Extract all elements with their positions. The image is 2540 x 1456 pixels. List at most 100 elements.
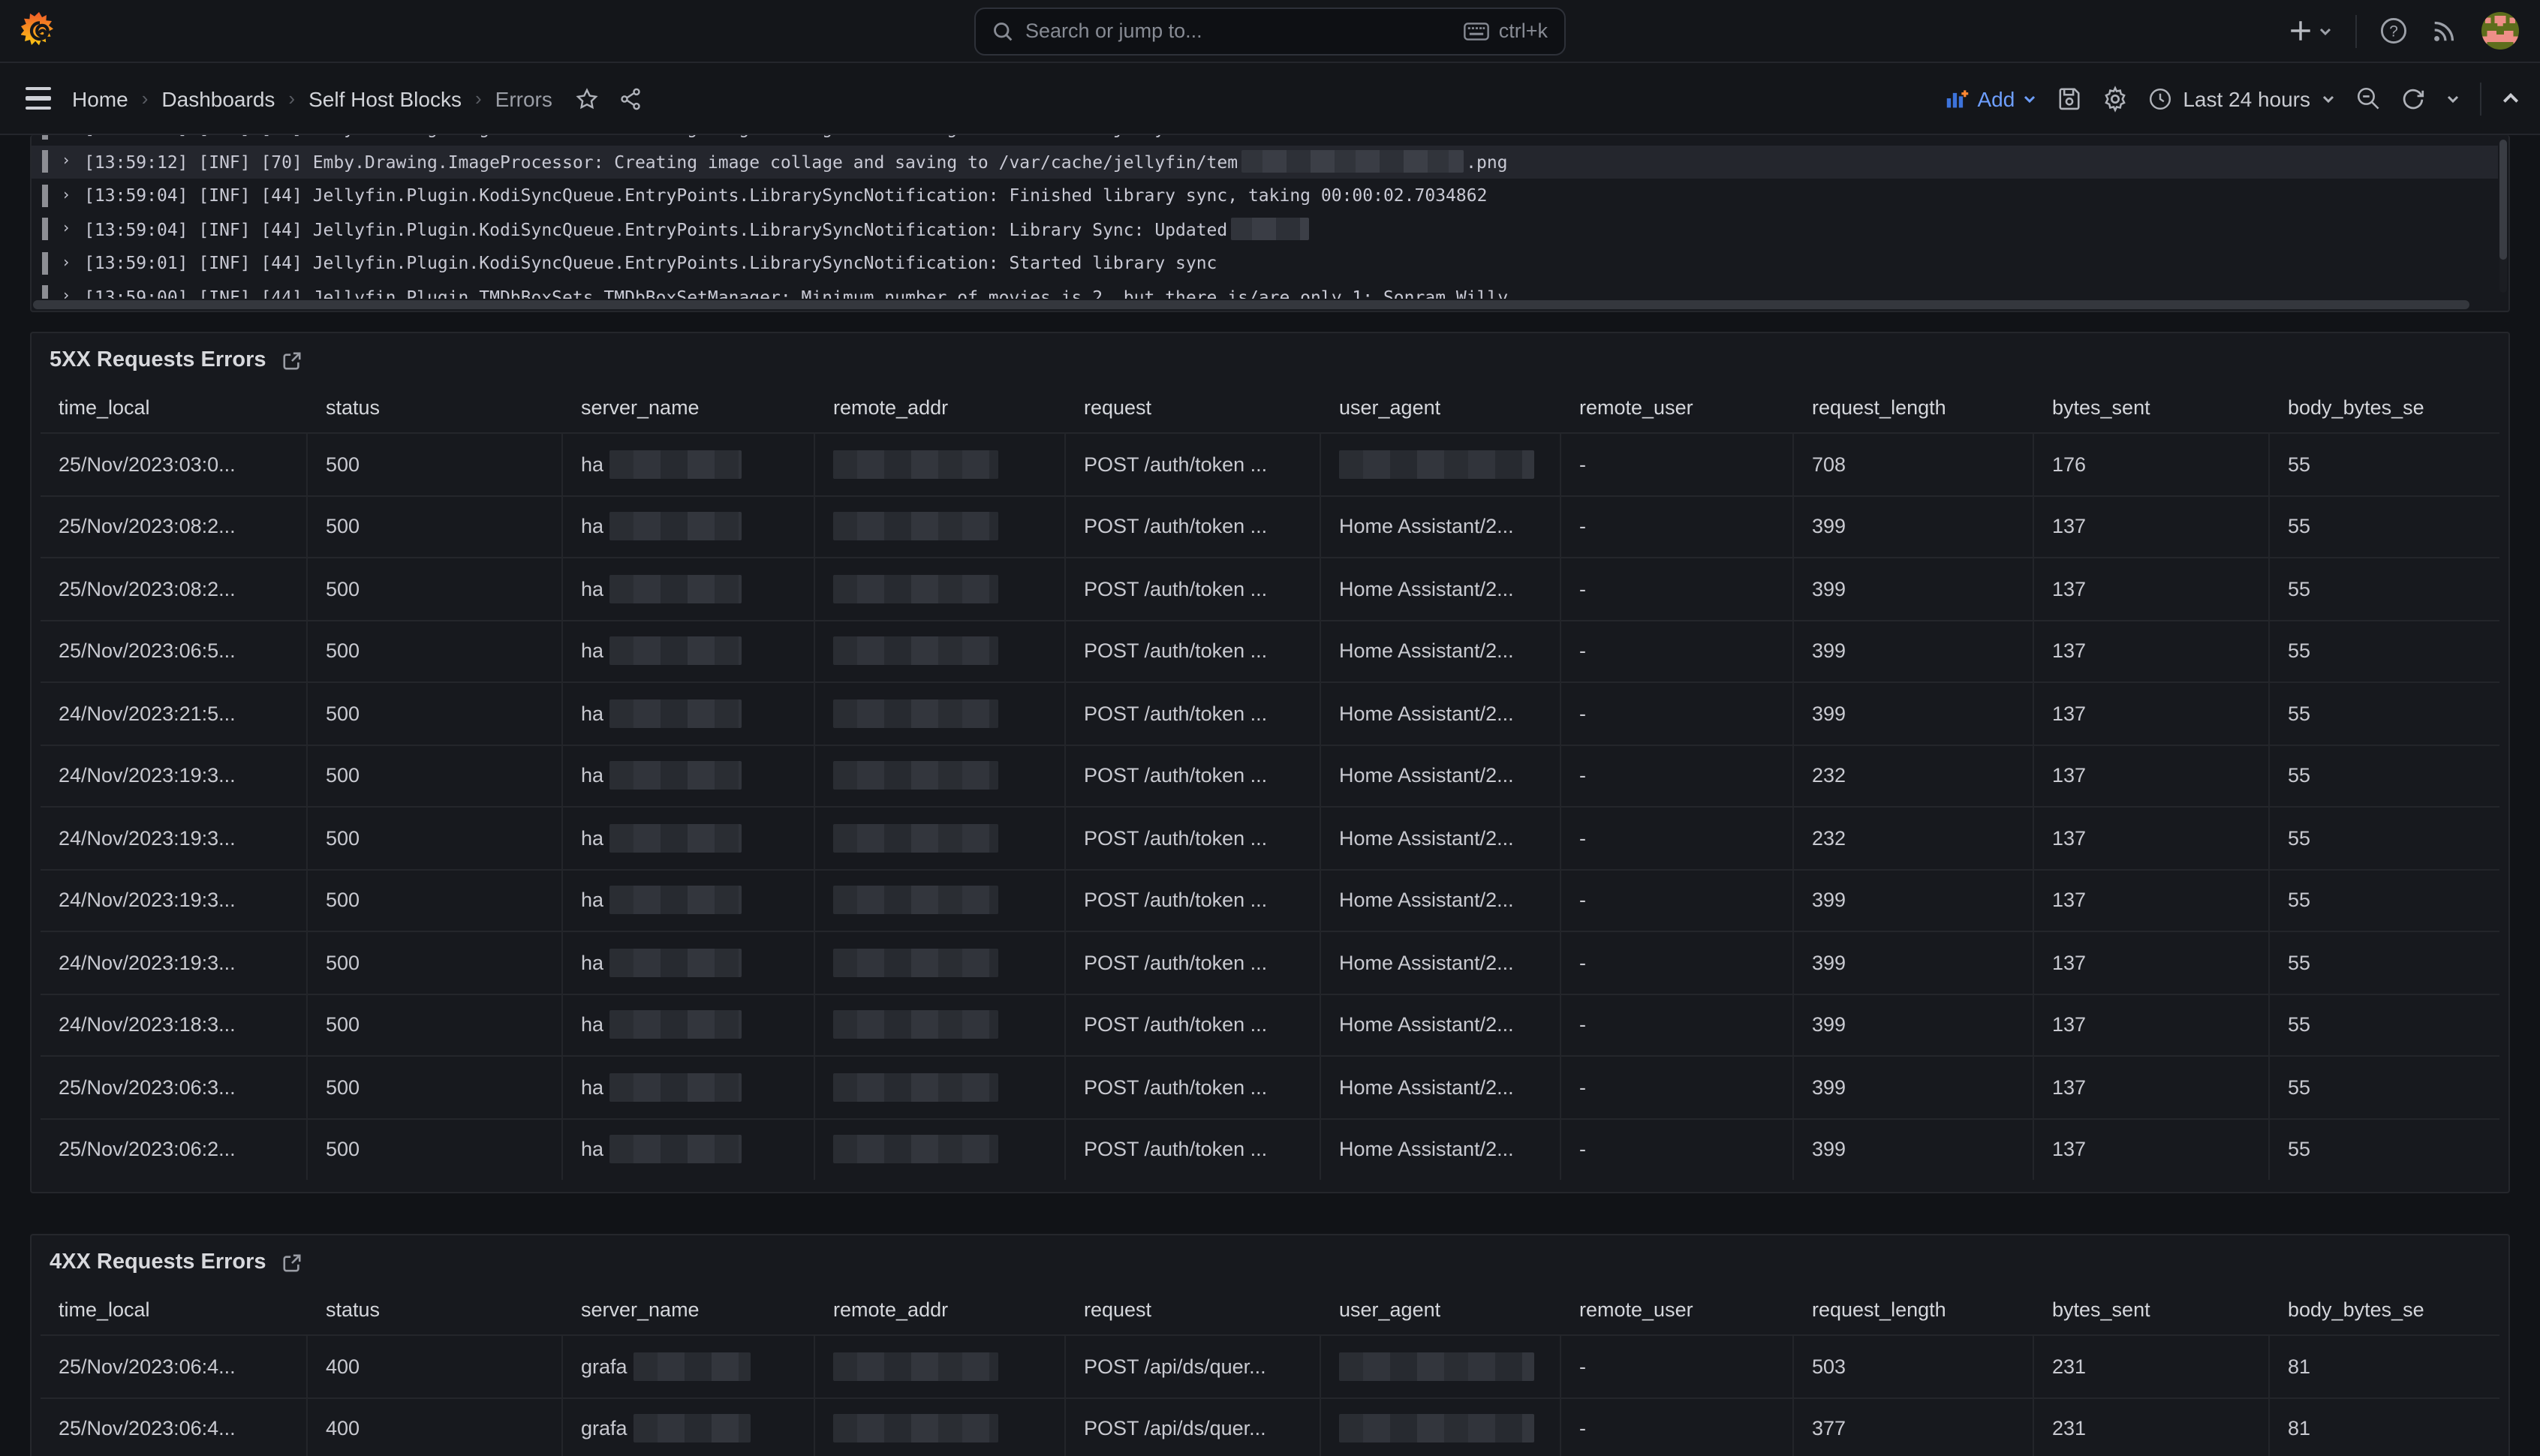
redacted-value xyxy=(833,762,998,790)
log-row[interactable]: ›[13:59:01] [INF] [44] Jellyfin.Plugin.K… xyxy=(32,246,2498,280)
column-header-bytes_sent[interactable]: bytes_sent xyxy=(2034,1283,2270,1334)
column-header-user_agent[interactable]: user_agent xyxy=(1321,381,1561,432)
search-input[interactable]: Search or jump to... ctrl+k xyxy=(974,7,1566,55)
grafana-logo-icon[interactable] xyxy=(21,11,57,50)
column-header-request_length[interactable]: request_length xyxy=(1794,1283,2034,1334)
column-header-remote_addr[interactable]: remote_addr xyxy=(815,381,1066,432)
table-cell-remote_addr xyxy=(815,931,1066,993)
table-cell-request_length: 708 xyxy=(1794,432,2034,495)
cell-value: - xyxy=(1579,1076,1586,1099)
logs-vertical-scrollbar[interactable] xyxy=(2499,140,2507,293)
cell-value: POST /auth/token ... xyxy=(1084,1076,1267,1099)
table-cell-request: POST /auth/token ... xyxy=(1066,993,1321,1055)
column-header-request[interactable]: request xyxy=(1066,1283,1321,1334)
panel-title[interactable]: 4XX Requests Errors xyxy=(50,1250,266,1274)
clock-icon xyxy=(2148,86,2172,110)
log-level-bar xyxy=(42,135,48,140)
cell-value: Home Assistant/2... xyxy=(1339,765,1514,787)
column-header-body_bytes_se[interactable]: body_bytes_se xyxy=(2270,381,2499,432)
log-row[interactable]: ›[13:59:12] [INF] [70] Emby.Drawing.Imag… xyxy=(32,145,2498,179)
cell-value: 55 xyxy=(2288,640,2310,663)
expand-log-icon[interactable]: › xyxy=(62,255,71,272)
log-message-suffix: .png xyxy=(1466,152,1507,173)
column-header-request_length[interactable]: request_length xyxy=(1794,381,2034,432)
help-button[interactable]: ? xyxy=(2379,17,2408,45)
redacted-value xyxy=(609,1136,742,1164)
table-cell-server_name: ha xyxy=(563,1118,815,1180)
column-header-remote_user[interactable]: remote_user xyxy=(1561,381,1794,432)
cell-value: 137 xyxy=(2052,889,2086,912)
table-cell-request_length: 399 xyxy=(1794,1055,2034,1118)
expand-log-icon[interactable]: › xyxy=(62,135,71,137)
save-dashboard-icon[interactable] xyxy=(2057,86,2082,111)
log-level-bar xyxy=(42,286,48,299)
column-header-user_agent[interactable]: user_agent xyxy=(1321,1283,1561,1334)
table-cell-server_name: ha xyxy=(563,744,815,806)
panel-title[interactable]: 5XX Requests Errors xyxy=(50,348,266,372)
column-header-remote_user[interactable]: remote_user xyxy=(1561,1283,1794,1334)
expand-log-icon[interactable]: › xyxy=(62,289,71,299)
redacted-value xyxy=(633,1415,751,1443)
cell-value: 25/Nov/2023:08:2... xyxy=(59,516,236,538)
table-cell-status: 400 xyxy=(308,1397,563,1456)
share-icon[interactable] xyxy=(618,86,643,110)
collapse-toolbar-icon[interactable] xyxy=(2501,89,2520,108)
user-avatar[interactable] xyxy=(2481,12,2519,50)
breadcrumb-home[interactable]: Home xyxy=(72,86,128,110)
table-cell-remote_user: - xyxy=(1561,1055,1794,1118)
column-header-server_name[interactable]: server_name xyxy=(563,1283,815,1334)
star-icon[interactable] xyxy=(575,86,599,110)
cell-value: 81 xyxy=(2288,1355,2310,1378)
new-menu-button[interactable] xyxy=(2288,18,2333,44)
breadcrumb-self-host-blocks[interactable]: Self Host Blocks xyxy=(308,86,462,110)
add-panel-button[interactable]: Add xyxy=(1946,86,2037,110)
refresh-icon[interactable] xyxy=(2400,86,2426,111)
mega-menu-toggle[interactable] xyxy=(20,81,57,116)
column-header-time_local[interactable]: time_local xyxy=(41,1283,308,1334)
table-cell-user_agent: Home Assistant/2... xyxy=(1321,681,1561,744)
column-header-request[interactable]: request xyxy=(1066,381,1321,432)
refresh-interval-chevron-icon[interactable] xyxy=(2445,91,2460,106)
cell-value: POST /auth/token ... xyxy=(1084,453,1267,476)
topbar-actions: ? xyxy=(2288,12,2519,50)
expand-log-icon[interactable]: › xyxy=(62,154,71,170)
column-header-status[interactable]: status xyxy=(308,381,563,432)
cell-value: ha xyxy=(581,1076,603,1099)
column-header-time_local[interactable]: time_local xyxy=(41,381,308,432)
column-header-status[interactable]: status xyxy=(308,1283,563,1334)
logs-horizontal-scrollbar[interactable] xyxy=(33,300,2493,309)
zoom-out-icon[interactable] xyxy=(2355,86,2381,111)
table-cell-bytes_sent: 137 xyxy=(2034,619,2270,681)
cell-value: - xyxy=(1579,1355,1586,1378)
cell-value: ha xyxy=(581,1139,603,1161)
table-cell-body_bytes_se: 81 xyxy=(2270,1334,2499,1397)
expand-log-icon[interactable]: › xyxy=(62,221,71,238)
breadcrumb-dashboards[interactable]: Dashboards xyxy=(161,86,275,110)
time-range-picker[interactable]: Last 24 hours xyxy=(2148,86,2336,110)
cell-value: - xyxy=(1579,1014,1586,1036)
table-cell-status: 500 xyxy=(308,681,563,744)
table-cell-remote_addr xyxy=(815,495,1066,557)
cell-value: 137 xyxy=(2052,1014,2086,1036)
cell-value: 399 xyxy=(1812,1076,1846,1099)
column-header-remote_addr[interactable]: remote_addr xyxy=(815,1283,1066,1334)
log-row[interactable]: ›[13:59:04] [INF] [44] Jellyfin.Plugin.K… xyxy=(32,179,2498,212)
log-row-partial[interactable]: ›[13:59:00] [INF] [44] Jellyfin.Plugin.T… xyxy=(32,280,2498,299)
table-cell-body_bytes_se: 55 xyxy=(2270,681,2499,744)
table-cell-bytes_sent: 137 xyxy=(2034,681,2270,744)
column-header-bytes_sent[interactable]: bytes_sent xyxy=(2034,381,2270,432)
external-link-icon[interactable] xyxy=(283,350,302,370)
cell-value: 55 xyxy=(2288,827,2310,850)
log-row-partial[interactable]: ›[13:59:12] [INF] [70] Emby.Drawing.Imag… xyxy=(32,135,2498,145)
table-cell-remote_user: - xyxy=(1561,993,1794,1055)
dashboard-settings-icon[interactable] xyxy=(2102,85,2129,112)
news-button[interactable] xyxy=(2430,17,2459,45)
external-link-icon[interactable] xyxy=(283,1253,302,1272)
table-cell-request_length: 399 xyxy=(1794,1118,2034,1180)
redacted-value xyxy=(833,513,998,541)
column-header-body_bytes_se[interactable]: body_bytes_se xyxy=(2270,1283,2499,1334)
log-row[interactable]: ›[13:59:04] [INF] [44] Jellyfin.Plugin.K… xyxy=(32,212,2498,246)
cell-value: ha xyxy=(581,516,603,538)
expand-log-icon[interactable]: › xyxy=(62,188,71,204)
column-header-server_name[interactable]: server_name xyxy=(563,381,815,432)
